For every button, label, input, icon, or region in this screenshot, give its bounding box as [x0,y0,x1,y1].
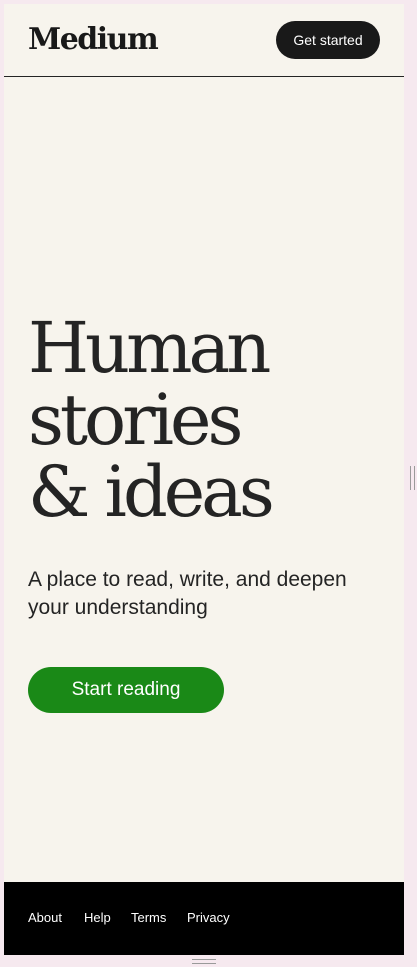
medium-logo[interactable]: Medium [28,20,159,60]
site-header: Medium Get started [4,4,404,77]
resize-handle-bottom-icon[interactable] [192,959,216,964]
site-footer: About Help Terms Privacy [4,882,404,955]
footer-link-about[interactable]: About [28,909,62,927]
resize-handle-right-icon[interactable] [410,466,415,490]
footer-link-terms[interactable]: Terms [131,909,166,927]
get-started-button[interactable]: Get started [276,21,380,59]
hero-title: Human stories & ideas [28,312,388,528]
hero-title-line-1: Human [28,307,271,389]
start-reading-button[interactable]: Start reading [28,667,224,713]
hero-title-line-2: stories [28,379,243,461]
hero-title-line-3: & ideas [28,451,275,533]
hero-subtitle: A place to read, write, and deepen your … [28,568,347,619]
footer-link-help[interactable]: Help [84,909,111,927]
footer-link-privacy[interactable]: Privacy [187,909,230,927]
page-viewport: Medium Get started Human stories & ideas… [4,4,404,955]
